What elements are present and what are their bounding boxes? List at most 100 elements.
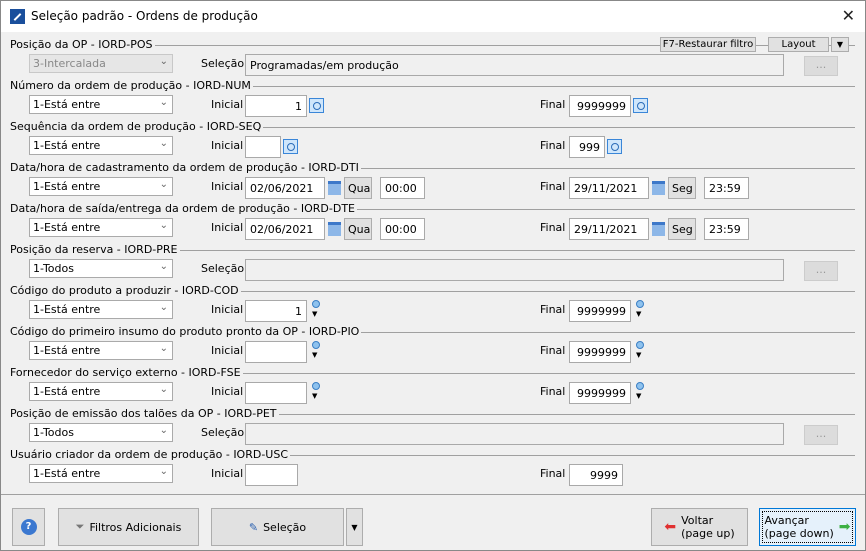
layout-button[interactable]: Layout [768, 37, 829, 52]
selection-dropdown-button[interactable]: ▼ [346, 508, 363, 546]
final-date-field[interactable]: 29/11/2021 [569, 218, 649, 240]
section-title: Data/hora de saída/entrega da ordem de p… [10, 202, 357, 215]
selection-label: Seleção [263, 520, 307, 534]
selection-label: Seleção [201, 262, 245, 275]
initial-field[interactable] [245, 341, 307, 363]
calendar-icon[interactable] [652, 222, 665, 236]
operator-value: 1-Está entre [33, 467, 101, 480]
final-time-field[interactable]: 23:59 [704, 218, 749, 240]
ellipsis-button[interactable]: ... [804, 261, 838, 281]
restore-filter-button[interactable]: F7-Restaurar filtro [660, 37, 756, 52]
initial-field[interactable] [245, 464, 298, 486]
calendar-icon[interactable] [328, 181, 341, 195]
final-label: Final [540, 344, 566, 357]
search-dropdown-icon[interactable] [310, 382, 322, 402]
initial-label: Inicial [211, 98, 244, 111]
operator-combo[interactable]: 1-Está entre ⌄ [29, 136, 173, 155]
selection-field[interactable] [245, 259, 784, 281]
final-label: Final [540, 467, 566, 480]
chevron-down-icon: ⌄ [159, 179, 168, 190]
initial-date-field[interactable]: 02/06/2021 [245, 218, 325, 240]
final-time-field[interactable]: 23:59 [704, 177, 749, 199]
search-dropdown-icon[interactable] [634, 300, 646, 320]
final-field[interactable]: 9999 [569, 464, 623, 486]
lookup-icon[interactable] [633, 98, 648, 113]
lookup-icon[interactable] [309, 98, 324, 113]
operator-combo[interactable]: 1-Está entre ⌄ [29, 300, 173, 319]
search-dropdown-icon[interactable] [634, 382, 646, 402]
funnel-icon: ⏷ [75, 520, 85, 533]
operator-value: 1-Está entre [33, 344, 101, 357]
chevron-down-icon: ⌄ [159, 97, 168, 108]
help-button[interactable]: ? [12, 508, 45, 546]
arrow-left-icon: ⬅ [664, 519, 677, 535]
initial-label: Inicial [211, 180, 244, 193]
search-dropdown-icon[interactable] [310, 341, 322, 361]
final-weekday: Seg [668, 218, 696, 240]
operator-combo[interactable]: 1-Está entre ⌄ [29, 464, 173, 483]
ellipsis-button[interactable]: ... [804, 425, 838, 445]
operator-value: 1-Está entre [33, 303, 101, 316]
ellipsis-button[interactable]: ... [804, 56, 838, 76]
operator-combo[interactable]: 1-Está entre ⌄ [29, 382, 173, 401]
lookup-icon[interactable] [607, 139, 622, 154]
selection-field[interactable]: Programadas/em produção [245, 54, 784, 76]
selection-button[interactable]: ✎ Seleção [211, 508, 344, 546]
next-button[interactable]: Avançar (page down) ➡ [759, 508, 856, 546]
initial-date-field[interactable]: 02/06/2021 [245, 177, 325, 199]
initial-weekday: Qua [344, 177, 372, 199]
section-title: Número da ordem de produção - IORD-NUM [10, 79, 253, 92]
additional-filters-label: Filtros Adicionais [89, 520, 182, 534]
section-title: Data/hora de cadastramento da ordem de p… [10, 161, 361, 174]
app-icon [10, 9, 25, 24]
dialog-window: Seleção padrão - Ordens de produção ✕ Po… [0, 0, 866, 551]
initial-field[interactable] [245, 136, 281, 158]
initial-field[interactable]: 1 [245, 300, 307, 322]
initial-field[interactable] [245, 382, 307, 404]
initial-label: Inicial [211, 467, 244, 480]
operator-combo[interactable]: 1-Está entre ⌄ [29, 218, 173, 237]
chevron-down-icon: ⌄ [159, 138, 168, 149]
operator-combo[interactable]: 1-Está entre ⌄ [29, 341, 173, 360]
final-field[interactable]: 9999999 [569, 300, 631, 322]
arrow-right-icon: ➡ [838, 519, 851, 535]
chevron-down-icon: ⌄ [159, 384, 168, 395]
chevron-down-icon: ⌄ [159, 261, 168, 272]
selection-label: Seleção [201, 426, 245, 439]
selection-field[interactable] [245, 423, 784, 445]
final-field[interactable]: 9999999 [569, 95, 631, 117]
operator-value: 1-Está entre [33, 180, 101, 193]
initial-time-field[interactable]: 00:00 [380, 177, 425, 199]
final-field[interactable]: 9999999 [569, 382, 631, 404]
operator-combo[interactable]: 1-Todos ⌄ [29, 423, 173, 442]
layout-dropdown-button[interactable]: ▼ [831, 37, 849, 52]
lookup-icon[interactable] [283, 139, 298, 154]
search-dropdown-icon[interactable] [634, 341, 646, 361]
additional-filters-button[interactable]: ⏷ Filtros Adicionais [58, 508, 199, 546]
window-title: Seleção padrão - Ordens de produção [31, 9, 258, 23]
final-date-field[interactable]: 29/11/2021 [569, 177, 649, 199]
close-icon[interactable]: ✕ [842, 6, 855, 25]
operator-combo[interactable]: 1-Está entre ⌄ [29, 177, 173, 196]
operator-combo[interactable]: 1-Está entre ⌄ [29, 95, 173, 114]
chevron-down-icon: ⌄ [159, 425, 168, 436]
initial-field[interactable]: 1 [245, 95, 307, 117]
calendar-icon[interactable] [328, 222, 341, 236]
help-icon: ? [20, 519, 37, 535]
final-label: Final [540, 98, 566, 111]
final-field[interactable]: 9999999 [569, 341, 631, 363]
operator-combo[interactable]: 1-Todos ⌄ [29, 259, 173, 278]
final-field[interactable]: 999 [569, 136, 605, 158]
section-title: Código do primeiro insumo do produto pro… [10, 325, 362, 338]
final-label: Final [540, 385, 566, 398]
initial-time-field[interactable]: 00:00 [380, 218, 425, 240]
initial-label: Inicial [211, 303, 244, 316]
back-label: Voltar [681, 514, 714, 527]
search-dropdown-icon[interactable] [310, 300, 322, 320]
back-button[interactable]: ⬅ Voltar (page up) [651, 508, 748, 546]
final-label: Final [540, 139, 566, 152]
initial-weekday: Qua [344, 218, 372, 240]
calendar-icon[interactable] [652, 181, 665, 195]
final-label: Final [540, 221, 566, 234]
initial-label: Inicial [211, 344, 244, 357]
